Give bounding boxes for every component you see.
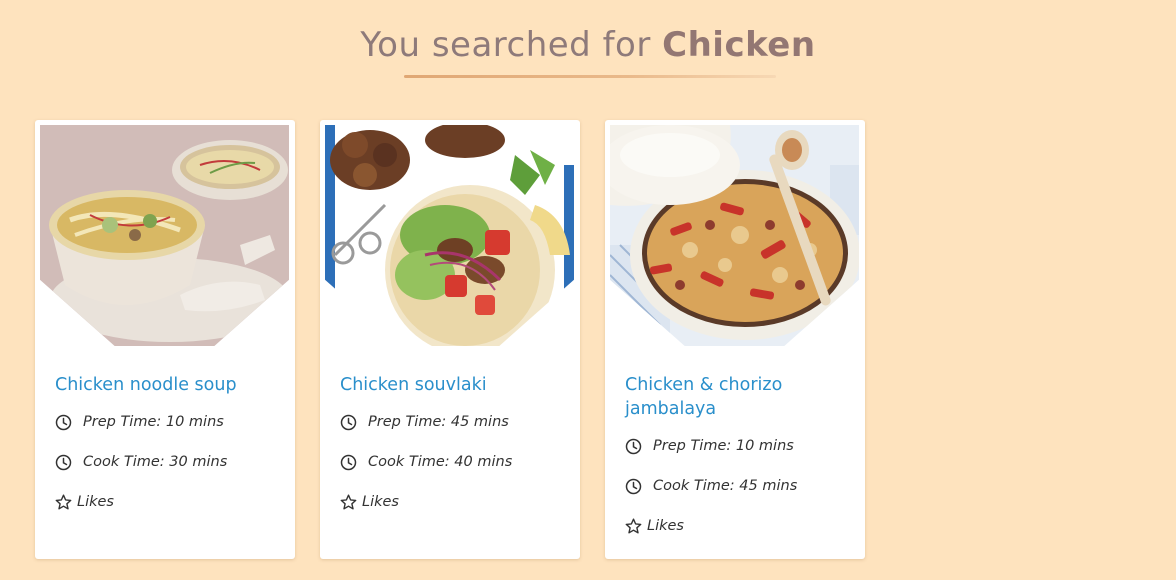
souvlaki-photo (325, 125, 574, 346)
search-query: Chicken (662, 25, 816, 65)
prep-time: Prep Time: 45 mins (340, 412, 570, 432)
prep-time: Prep Time: 10 mins (625, 436, 855, 456)
likes-button[interactable]: Likes (340, 492, 570, 512)
recipe-card[interactable]: Chicken & chorizo jambalaya Prep Time: 1… (605, 120, 865, 559)
prep-time-text: Prep Time: 10 mins (653, 438, 794, 454)
clock-icon (55, 454, 72, 470)
recipe-image[interactable] (325, 125, 574, 346)
clock-icon (625, 438, 642, 454)
likes-button[interactable]: Likes (625, 516, 855, 536)
prep-time-text: Prep Time: 45 mins (368, 414, 509, 430)
search-header: You searched for Chicken (0, 22, 1176, 68)
jambalaya-photo (610, 125, 859, 346)
cook-time: Cook Time: 45 mins (625, 476, 855, 496)
recipe-title-link[interactable]: Chicken noodle soup (55, 373, 280, 397)
cook-time: Cook Time: 30 mins (55, 452, 285, 472)
likes-label[interactable]: Likes (647, 518, 684, 534)
star-icon[interactable] (340, 494, 357, 511)
clock-icon (340, 454, 357, 470)
cook-time-text: Cook Time: 30 mins (83, 454, 228, 470)
likes-label[interactable]: Likes (77, 494, 114, 510)
recipe-card[interactable]: Chicken noodle soup Prep Time: 10 mins C… (35, 120, 295, 559)
title-underline (404, 75, 776, 78)
prep-time-text: Prep Time: 10 mins (83, 414, 224, 430)
cook-time: Cook Time: 40 mins (340, 452, 570, 472)
star-icon[interactable] (55, 494, 72, 511)
likes-label[interactable]: Likes (362, 494, 399, 510)
page-title: You searched for Chicken (360, 22, 815, 68)
star-icon[interactable] (625, 518, 642, 535)
noodle-soup-photo (40, 125, 289, 346)
title-prefix: You searched for (360, 25, 651, 65)
recipe-image[interactable] (40, 125, 289, 346)
cook-time-text: Cook Time: 40 mins (368, 454, 513, 470)
recipe-title-link[interactable]: Chicken & chorizo jambalaya (625, 373, 850, 421)
recipe-image[interactable] (610, 125, 859, 346)
recipe-card[interactable]: Chicken souvlaki Prep Time: 45 mins Cook… (320, 120, 580, 559)
clock-icon (340, 414, 357, 430)
clock-icon (625, 478, 642, 494)
cook-time-text: Cook Time: 45 mins (653, 478, 798, 494)
prep-time: Prep Time: 10 mins (55, 412, 285, 432)
clock-icon (55, 414, 72, 430)
search-results-page: You searched for Chicken Chicken noodle … (0, 0, 1176, 580)
likes-button[interactable]: Likes (55, 492, 285, 512)
recipe-title-link[interactable]: Chicken souvlaki (340, 373, 565, 397)
